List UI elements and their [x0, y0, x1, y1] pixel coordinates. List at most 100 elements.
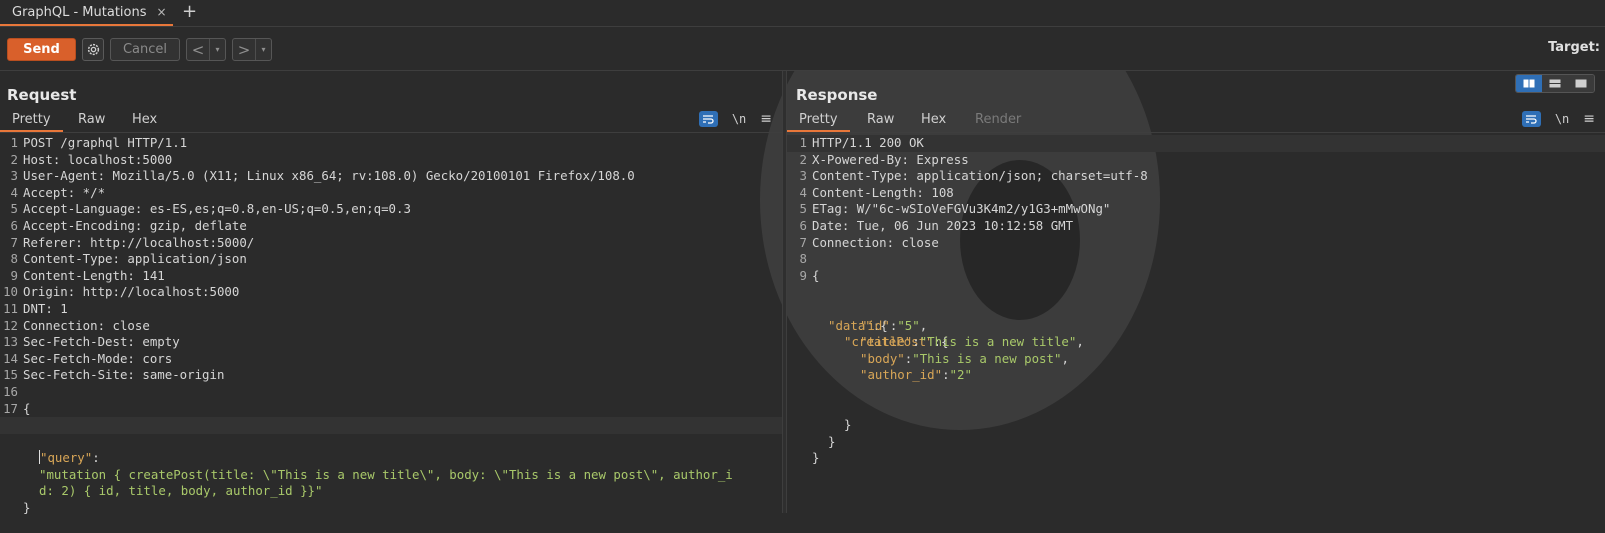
- line-number: 17: [3, 400, 18, 416]
- newline-toggle[interactable]: \n: [732, 112, 746, 126]
- request-pane: Request Pretty Raw Hex \n ≡ 1 POST /graph…: [0, 71, 782, 515]
- code-text: Connection: close: [812, 234, 939, 250]
- code-text: Origin: http://localhost:5000: [23, 284, 240, 300]
- code-text: Accept-Encoding: gzip, deflate: [23, 217, 247, 233]
- code-line: 7 Connection: close: [787, 235, 1605, 252]
- code-line: }: [0, 467, 782, 515]
- send-button[interactable]: Send: [7, 38, 76, 61]
- request-tab-pretty[interactable]: Pretty: [0, 108, 63, 132]
- line-number: 10: [3, 284, 18, 300]
- code-line: 6 Accept-Encoding: gzip, deflate: [0, 218, 782, 235]
- request-view-tabs: Pretty Raw Hex: [0, 108, 782, 133]
- code-text: ETag: W/"6c-wSIoVeFGVu3K4m2/y1G3+mMwONg": [812, 201, 1111, 217]
- word-wrap-toggle[interactable]: [698, 111, 718, 127]
- json-field-line: "author_id":"2": [860, 367, 972, 383]
- json-field-line: "body":"This is a new post",: [860, 350, 1069, 366]
- line-number: 8: [10, 251, 18, 267]
- code-line: 1 POST /graphql HTTP/1.1: [0, 135, 782, 152]
- line-number: 1: [10, 135, 18, 150]
- json-key: "body": [860, 350, 905, 366]
- line-number: 12: [3, 317, 18, 333]
- back-dropdown-icon[interactable]: ▾: [209, 39, 225, 60]
- line-number: 14: [3, 350, 18, 366]
- code-text: Connection: close: [23, 317, 150, 333]
- tab-bar: GraphQL - Mutations × +: [0, 0, 1605, 27]
- line-number: 6: [799, 217, 807, 233]
- json-value: "5": [897, 317, 920, 333]
- line-number: 4: [799, 184, 807, 200]
- layout-switcher: [1515, 74, 1595, 93]
- code-text: Accept: */*: [23, 184, 106, 200]
- line-number: 9: [10, 267, 18, 283]
- response-tab-raw[interactable]: Raw: [855, 108, 906, 132]
- code-line: 12 Connection: close: [0, 318, 782, 335]
- layout-side-by-side-button[interactable]: [1516, 75, 1542, 92]
- tab-title: GraphQL - Mutations: [12, 4, 147, 20]
- response-tab-pretty[interactable]: Pretty: [787, 108, 850, 132]
- request-title: Request: [7, 86, 77, 104]
- forward-arrow-icon: >: [237, 40, 251, 59]
- toolbar: Send Cancel < ▾ > ▾ Target:: [0, 27, 1605, 71]
- line-number: 3: [10, 168, 18, 184]
- code-text: HTTP/1.1 200 OK: [812, 135, 924, 150]
- line-number: 16: [3, 383, 18, 399]
- code-line: "createPost":{: [844, 334, 949, 350]
- code-line: 4 Accept: */*: [0, 185, 782, 202]
- line-number: 2: [799, 151, 807, 167]
- line-number: 7: [799, 234, 807, 250]
- json-close-brace: }: [812, 450, 820, 466]
- line-number: 15: [3, 367, 18, 383]
- code-text: Content-Length: 141: [23, 267, 165, 283]
- code-text: Content-Length: 108: [812, 184, 954, 200]
- response-editor[interactable]: 1 HTTP/1.1 200 OK 2 X-Powered-By: Express 3 C…: [787, 135, 1605, 513]
- code-line: 8: [787, 251, 1605, 268]
- settings-button[interactable]: [82, 38, 104, 61]
- code-text: Referer: http://localhost:5000/: [23, 234, 255, 250]
- code-text: Content-Type: application/json; charset=…: [812, 168, 1148, 184]
- json-field-line: "title":"This is a new title",: [860, 334, 1084, 350]
- request-tab-raw[interactable]: Raw: [66, 108, 117, 132]
- code-text: {: [23, 400, 31, 416]
- new-tab-button[interactable]: +: [182, 2, 197, 22]
- forward-dropdown-icon[interactable]: ▾: [255, 39, 271, 60]
- close-tab-icon[interactable]: ×: [157, 5, 167, 19]
- line-number: 7: [10, 234, 18, 250]
- line-number: 1: [799, 135, 807, 150]
- word-wrap-toggle[interactable]: [1521, 111, 1541, 127]
- code-line: }: [787, 401, 1605, 449]
- code-line: 15 Sec-Fetch-Site: same-origin: [0, 367, 782, 384]
- back-button[interactable]: < ▾: [186, 38, 226, 61]
- code-line: "mutation { createPost(title: \"This is …: [0, 434, 782, 482]
- hamburger-menu-icon[interactable]: ≡: [1583, 111, 1595, 127]
- code-line: 16: [0, 384, 782, 401]
- cancel-button[interactable]: Cancel: [110, 38, 180, 61]
- request-tab-hex[interactable]: Hex: [120, 108, 169, 132]
- code-text: X-Powered-By: Express: [812, 151, 969, 167]
- forward-button[interactable]: > ▾: [232, 38, 272, 61]
- code-text: Sec-Fetch-Dest: empty: [23, 334, 180, 350]
- response-editor-tools: \n ≡: [1521, 111, 1595, 127]
- newline-toggle[interactable]: \n: [1555, 112, 1569, 126]
- code-line: 11 DNT: 1: [0, 301, 782, 318]
- response-tab-render: Render: [975, 112, 1022, 127]
- line-number: 5: [10, 201, 18, 217]
- code-line: 3 Content-Type: application/json; charset…: [787, 168, 1605, 185]
- code-text: Accept-Language: es-ES,es;q=0.8,en-US;q=…: [23, 201, 411, 217]
- line-number: 8: [799, 251, 807, 267]
- hamburger-menu-icon[interactable]: ≡: [760, 111, 772, 127]
- code-text: Date: Tue, 06 Jun 2023 10:12:58 GMT: [812, 217, 1074, 233]
- wrap-icon: [703, 115, 714, 124]
- layout-top-bottom-button[interactable]: [1542, 75, 1568, 92]
- json-key: "id": [860, 317, 890, 333]
- request-editor-tools: \n ≡: [698, 111, 772, 127]
- code-text: Sec-Fetch-Site: same-origin: [23, 367, 225, 383]
- code-line: d: 2) { id, title, body, author_id }}": [0, 450, 782, 498]
- tab-graphql-mutations[interactable]: GraphQL - Mutations ×: [0, 0, 173, 26]
- response-title: Response: [796, 86, 878, 104]
- request-editor[interactable]: 1 POST /graphql HTTP/1.1 2 Host: localhost:…: [0, 135, 782, 515]
- response-tab-hex[interactable]: Hex: [909, 108, 958, 132]
- line-number: 9: [799, 267, 807, 283]
- layout-tabs-button[interactable]: [1568, 75, 1594, 92]
- json-value: "This is a new post": [912, 350, 1062, 366]
- target-label[interactable]: Target:: [1548, 40, 1600, 55]
